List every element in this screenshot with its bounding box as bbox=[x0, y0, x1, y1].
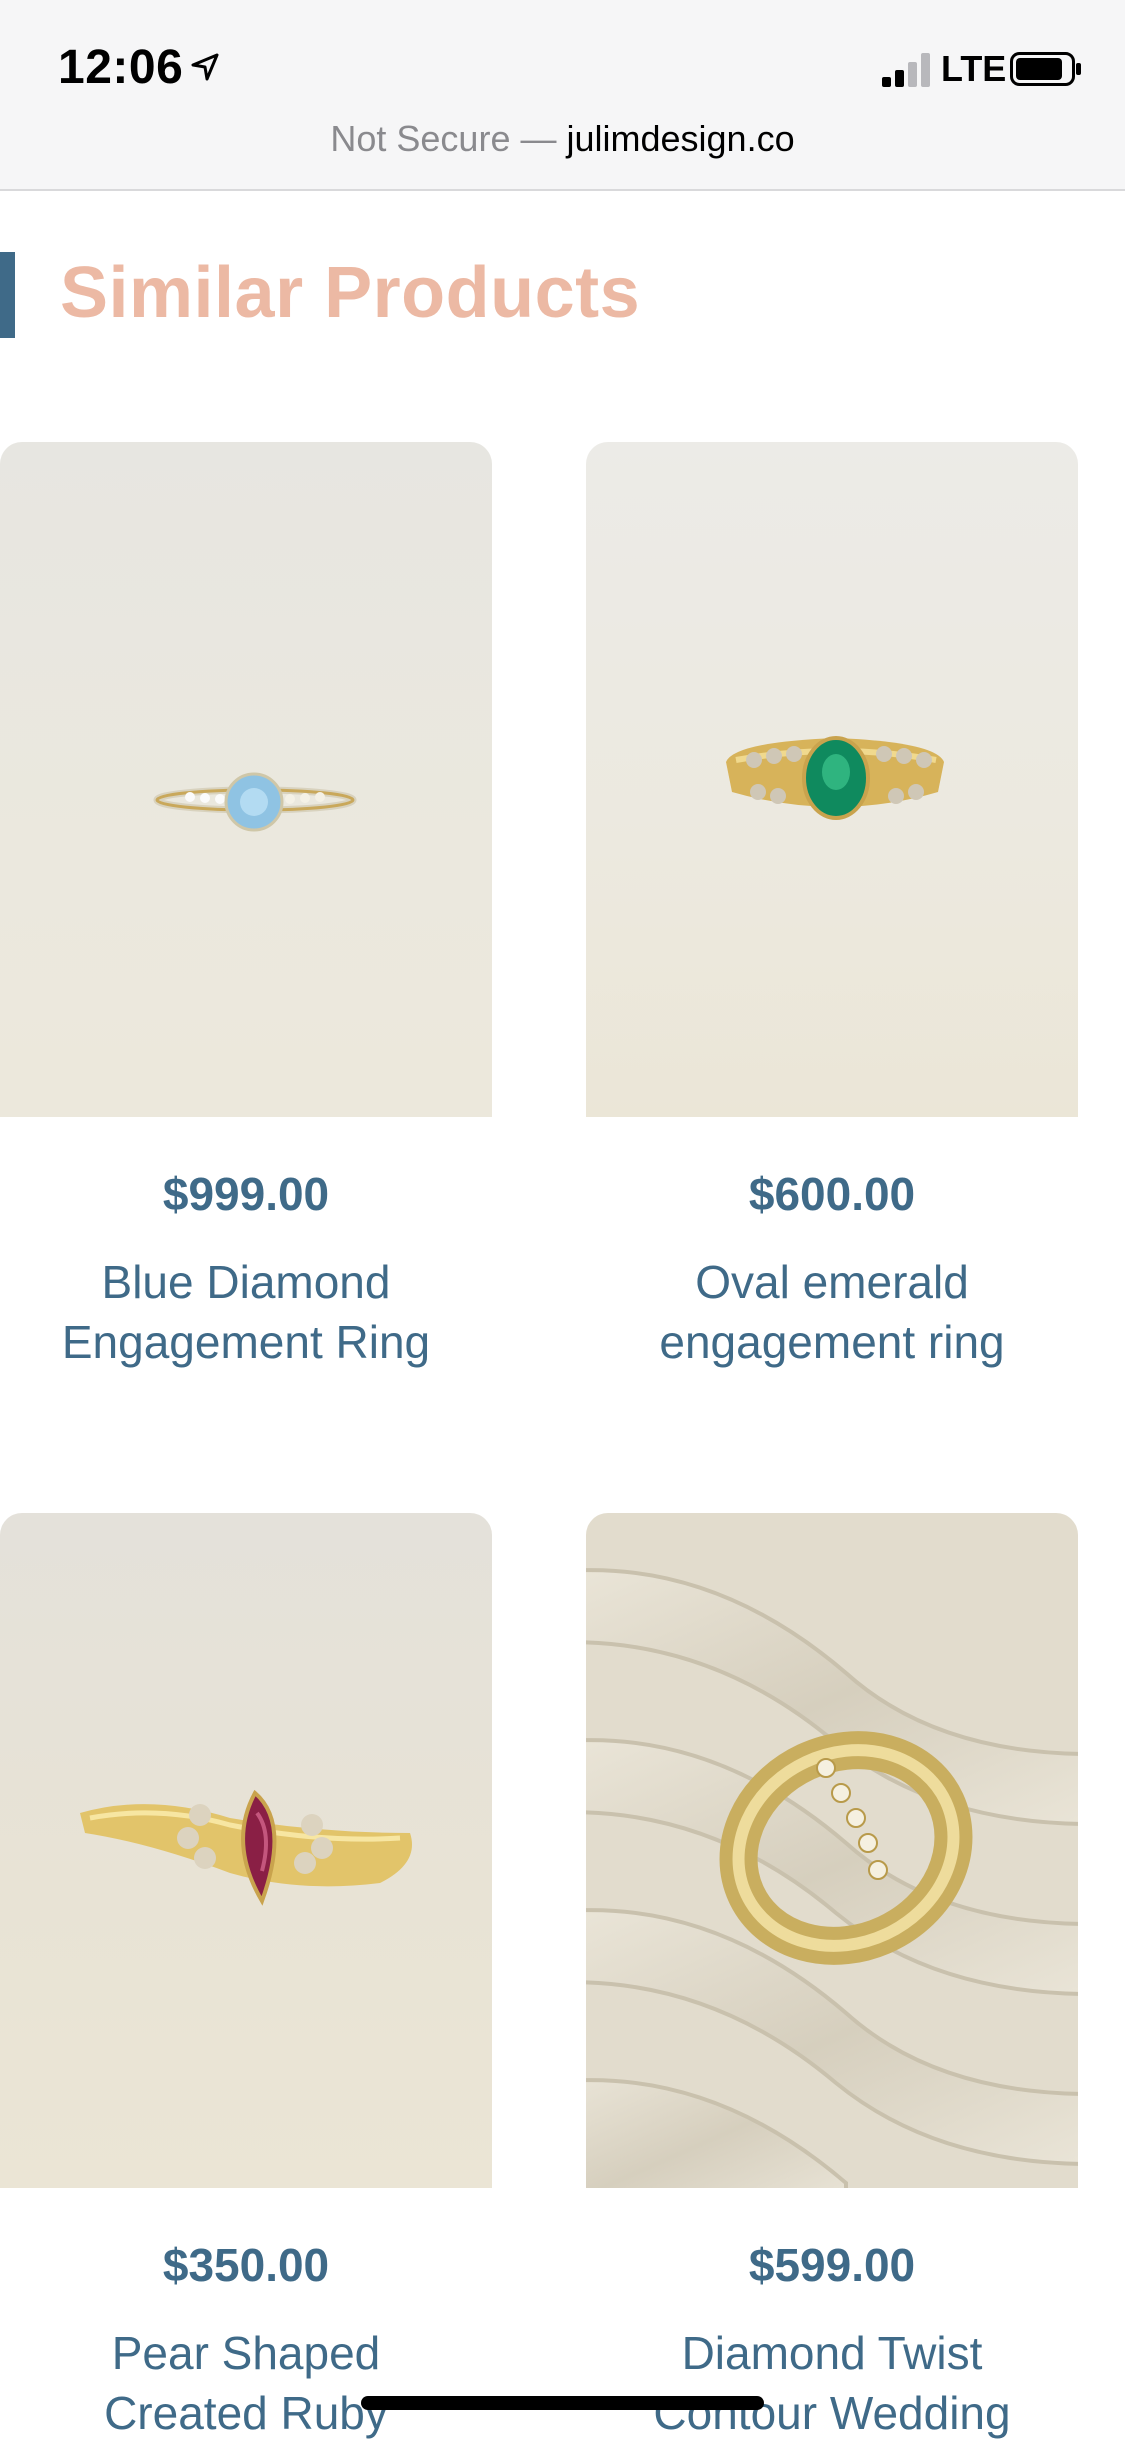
battery-icon bbox=[1010, 52, 1081, 86]
product-name[interactable]: Blue Diamond Engagement Ring bbox=[0, 1252, 492, 1372]
status-time: 12:06 bbox=[58, 41, 184, 94]
product-image[interactable] bbox=[586, 442, 1078, 1117]
network-type: LTE bbox=[941, 48, 1007, 89]
product-name-line: Oval emerald bbox=[695, 1256, 969, 1308]
product-card[interactable]: $599.00 Diamond Twist Contour Wedding bbox=[586, 1513, 1078, 2439]
section-title: Similar Products bbox=[60, 253, 641, 333]
product-name-line: Engagement Ring bbox=[61, 1316, 431, 1368]
product-name[interactable]: Pear Shaped Created Ruby bbox=[0, 2323, 492, 2443]
address-bar[interactable]: Not Secure — julimdesign.co bbox=[0, 118, 1125, 160]
product-price: $999.00 bbox=[162, 1168, 330, 1220]
product-price: $350.00 bbox=[162, 2239, 330, 2291]
product-price: $599.00 bbox=[748, 2239, 916, 2291]
ring-photo bbox=[153, 772, 357, 832]
heading-accent-bar bbox=[0, 252, 15, 338]
product-image[interactable] bbox=[586, 1513, 1078, 2188]
ring-photo bbox=[726, 736, 944, 820]
ring-photo bbox=[80, 1789, 412, 1906]
product-name-line: Created Ruby bbox=[104, 2387, 388, 2439]
home-indicator[interactable] bbox=[361, 2396, 764, 2410]
browser-chrome: 12:06 LTE Not Secure — julimdesign.co bbox=[0, 0, 1125, 191]
location-arrow-icon bbox=[191, 53, 219, 81]
product-name-line: Diamond Twist bbox=[681, 2327, 983, 2379]
product-image[interactable] bbox=[0, 442, 492, 1117]
product-name-line: Contour Wedding bbox=[653, 2387, 1011, 2439]
ring-photo bbox=[586, 1568, 1078, 2188]
security-label: Not Secure — bbox=[330, 118, 557, 159]
product-card[interactable]: $600.00 Oval emerald engagement ring bbox=[586, 442, 1078, 1402]
product-price: $600.00 bbox=[748, 1168, 916, 1220]
product-image[interactable] bbox=[0, 1513, 492, 2188]
cellular-signal-icon bbox=[882, 53, 930, 87]
product-card[interactable]: $999.00 Blue Diamond Engagement Ring bbox=[0, 442, 492, 1402]
product-name[interactable]: Oval emerald engagement ring bbox=[586, 1252, 1078, 1372]
domain-label: julimdesign.co bbox=[566, 118, 795, 159]
product-name-line: engagement ring bbox=[659, 1316, 1005, 1368]
product-name[interactable]: Diamond Twist Contour Wedding bbox=[586, 2323, 1078, 2443]
product-name-line: Blue Diamond bbox=[101, 1256, 391, 1308]
product-card[interactable]: $350.00 Pear Shaped Created Ruby bbox=[0, 1513, 492, 2439]
product-name-line: Pear Shaped bbox=[111, 2327, 381, 2379]
